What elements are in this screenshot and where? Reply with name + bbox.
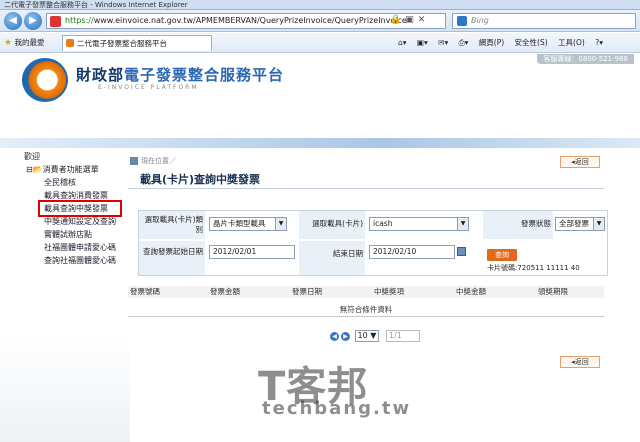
chevron-down-icon: ▼ bbox=[457, 218, 468, 230]
star-icon: ★ bbox=[4, 38, 13, 48]
results-table-header: 發票號碼 發票金額 發票日期 中獎獎項 中獎金額 領獎期限 bbox=[128, 286, 604, 298]
sidebar-root[interactable]: 歡迎 bbox=[24, 150, 124, 163]
sidebar-item-selected[interactable]: 載具查詢中獎發票 bbox=[38, 200, 122, 217]
sidebar-shade bbox=[0, 334, 130, 442]
carrier-select[interactable]: icash ▼ bbox=[369, 217, 469, 231]
window-title: 二代電子發票整合服務平台 - Windows Internet Explorer bbox=[0, 0, 640, 10]
empty-message: 無符合條件資料 bbox=[339, 305, 393, 314]
breadcrumb: 現在位置／ bbox=[130, 156, 176, 166]
tools-menu[interactable]: 工具(O) bbox=[558, 38, 585, 47]
back-button-bottom[interactable]: ◂返回 bbox=[560, 356, 600, 368]
url-field[interactable]: https://www.einvoice.nat.gov.tw/APMEMBER… bbox=[46, 13, 446, 29]
carrier-label: 選取載具(卡片) bbox=[299, 211, 365, 239]
forward-arrow-icon[interactable]: ▶ bbox=[24, 12, 42, 30]
watermark-url: techbang.tw bbox=[262, 398, 412, 419]
pager: ◀ ▶ 10 ▼ 1/1 bbox=[330, 330, 420, 342]
page-size-select[interactable]: 10 ▼ bbox=[354, 330, 380, 342]
col-prize-amount: 中獎金額 bbox=[456, 287, 486, 296]
status-label: 發票狀態 bbox=[483, 211, 553, 239]
help-icon[interactable]: ?▾ bbox=[595, 38, 603, 47]
sidebar: 歡迎 ⊟📂消費者功能選單 全民稽核 載具查詢消費發票 載具查詢中獎發票 中獎通知… bbox=[24, 150, 124, 267]
home-icon[interactable]: ⌂▾ bbox=[398, 38, 407, 47]
tab-site-icon bbox=[66, 39, 74, 47]
end-date-label: 結束日期 bbox=[299, 241, 365, 275]
col-prize-item: 中獎獎項 bbox=[374, 287, 404, 296]
table-bottom-line bbox=[128, 316, 604, 317]
page-content: 客服專線：0800-521-988 財政部電子發票整合服務平台 E-INVOIC… bbox=[0, 54, 640, 442]
folder-icon: 📂 bbox=[32, 165, 43, 174]
col-invoice-number: 發票號碼 bbox=[130, 287, 160, 296]
sidebar-group[interactable]: ⊟📂消費者功能選單 bbox=[24, 163, 124, 176]
command-bar: ⌂▾ ▣▾ ✉▾ ⎙▾ 網頁(P) 安全性(S) 工具(O) ?▾ bbox=[390, 33, 603, 53]
col-invoice-amount: 發票金額 bbox=[210, 287, 240, 296]
back-arrow-icon[interactable]: ◀ bbox=[4, 12, 22, 30]
back-button-top[interactable]: ◂返回 bbox=[560, 156, 600, 168]
favorites-button[interactable]: ★ 我的最愛 bbox=[4, 33, 44, 53]
chevron-down-icon: ▼ bbox=[275, 218, 286, 230]
sidebar-item[interactable]: 全民稽核 bbox=[24, 176, 124, 189]
header-banner bbox=[0, 138, 640, 148]
search-input[interactable]: Bing bbox=[452, 13, 636, 29]
address-bar: ◀ ▶ https://www.einvoice.nat.gov.tw/APME… bbox=[0, 10, 640, 32]
favorites-bar: ★ 我的最愛 二代電子發票整合服務平台 ⌂▾ ▣▾ ✉▾ ⎙▾ 網頁(P) 安全… bbox=[0, 33, 640, 53]
carrier-type-select[interactable]: 晶片卡類型載具 ▼ bbox=[209, 217, 287, 231]
chevron-down-icon: ▼ bbox=[593, 218, 604, 230]
start-date-label: 查詢發票起始日期 bbox=[139, 241, 205, 275]
feeds-icon[interactable]: ▣▾ bbox=[417, 38, 428, 47]
einvoice-logo bbox=[22, 58, 68, 102]
carrier-type-label: 選取載具(卡片)類別 bbox=[139, 211, 205, 239]
brand-subtitle: E-INVOICE PLATFORM bbox=[98, 84, 199, 91]
site-icon bbox=[50, 16, 61, 27]
query-button[interactable]: 查詢 bbox=[487, 249, 517, 261]
sidebar-item[interactable]: 社福團體申請愛心碼 bbox=[24, 241, 124, 254]
end-date-input[interactable]: 2012/02/10 bbox=[369, 245, 455, 259]
prev-page-icon[interactable]: ◀ bbox=[330, 331, 339, 341]
col-claim-deadline: 領獎期限 bbox=[538, 287, 568, 296]
brand-title: 財政部電子發票整合服務平台 bbox=[76, 66, 285, 84]
sidebar-item[interactable]: 中獎通知設定及查詢 bbox=[24, 215, 124, 228]
breadcrumb-arrow-icon bbox=[130, 157, 138, 165]
sidebar-item[interactable]: 實體試辦店點 bbox=[24, 228, 124, 241]
calendar-icon[interactable] bbox=[457, 247, 466, 256]
hotline-badge: 客服專線：0800-521-988 bbox=[537, 54, 634, 64]
status-select[interactable]: 全部發票 ▼ bbox=[555, 217, 605, 231]
start-date-input[interactable]: 2012/02/01 bbox=[209, 245, 295, 259]
address-tool-icons[interactable]: 🔒▣✕ bbox=[390, 15, 429, 25]
card-number: 卡片號碼:720511 11111 40 bbox=[487, 264, 580, 272]
sidebar-item[interactable]: 載具查詢消費發票 bbox=[24, 189, 124, 202]
next-page-icon[interactable]: ▶ bbox=[341, 331, 350, 341]
browser-tab[interactable]: 二代電子發票整合服務平台 bbox=[62, 35, 212, 51]
mail-icon[interactable]: ✉▾ bbox=[438, 38, 448, 47]
safety-menu[interactable]: 安全性(S) bbox=[515, 38, 548, 47]
title-divider bbox=[128, 188, 604, 189]
page-title: 載具(卡片)查詢中獎發票 bbox=[140, 173, 261, 186]
page-menu[interactable]: 網頁(P) bbox=[479, 38, 504, 47]
bing-icon bbox=[457, 16, 467, 26]
page-input[interactable]: 1/1 bbox=[385, 330, 420, 342]
col-invoice-date: 發票日期 bbox=[292, 287, 322, 296]
sidebar-item[interactable]: 查詢社福團體愛心碼 bbox=[24, 254, 124, 267]
print-icon[interactable]: ⎙▾ bbox=[459, 38, 469, 47]
query-form: 選取載具(卡片)類別 晶片卡類型載具 ▼ 選取載具(卡片) icash ▼ 發票狀態… bbox=[138, 210, 608, 276]
